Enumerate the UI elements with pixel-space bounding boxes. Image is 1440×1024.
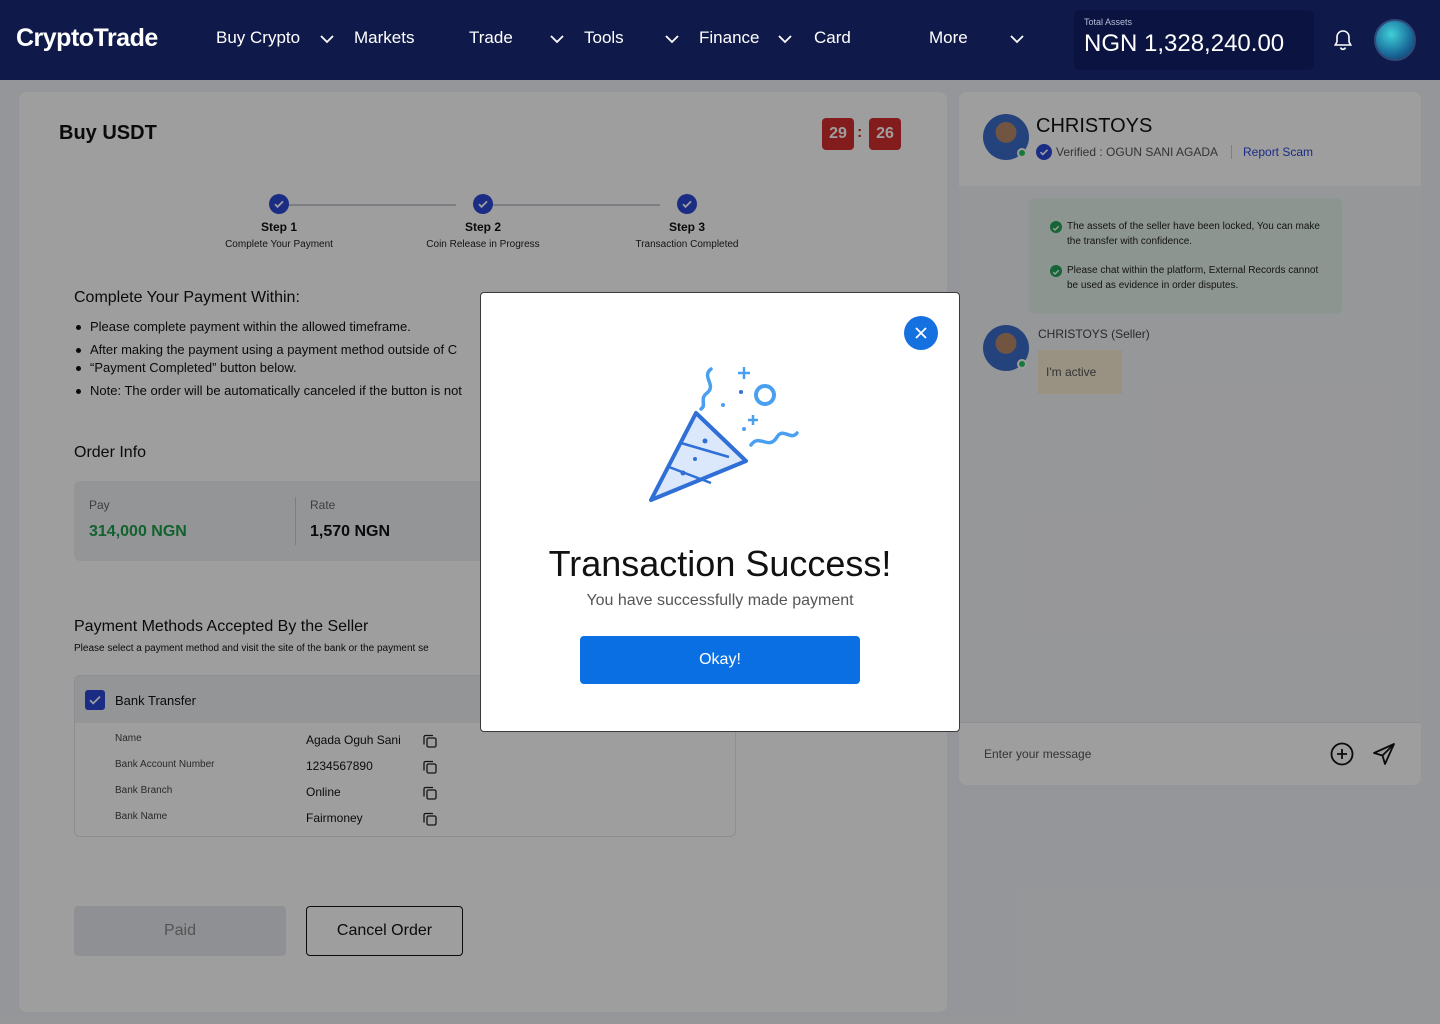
party-popper-icon [649,367,799,502]
close-button[interactable] [904,316,938,350]
nav-item-finance[interactable]: Finance [699,28,759,48]
modal-subtitle: You have successfully made payment [586,592,854,609]
success-modal: Transaction Success! You have successful… [480,292,960,732]
total-assets-value: NGN 1,328,240.00 [1084,30,1285,57]
close-icon [915,327,927,339]
nav-item-tools[interactable]: Tools [584,28,624,48]
logo[interactable]: CryptoTrade [16,24,158,53]
chevron-down-icon[interactable] [776,30,794,48]
total-assets-label: Total Assets [1084,17,1133,27]
chevron-down-icon[interactable] [318,30,336,48]
total-assets-card[interactable]: Total Assets NGN 1,328,240.00 [1074,10,1314,70]
nav-item-buy-crypto[interactable]: Buy Crypto [216,28,300,48]
modal-title: Transaction Success! [548,543,892,584]
nav-item-more[interactable]: More [929,28,968,48]
nav-item-card[interactable]: Card [814,28,851,48]
nav-item-trade[interactable]: Trade [469,28,513,48]
nav-item-markets[interactable]: Markets [354,28,414,48]
avatar[interactable] [1374,19,1416,61]
chevron-down-icon[interactable] [663,30,681,48]
okay-button[interactable]: Okay! [580,636,860,684]
chevron-down-icon[interactable] [548,30,566,48]
chevron-down-icon[interactable] [1008,30,1026,48]
top-navbar: CryptoTrade Buy Crypto Markets Trade Too… [0,0,1440,80]
bell-icon[interactable] [1332,28,1354,52]
